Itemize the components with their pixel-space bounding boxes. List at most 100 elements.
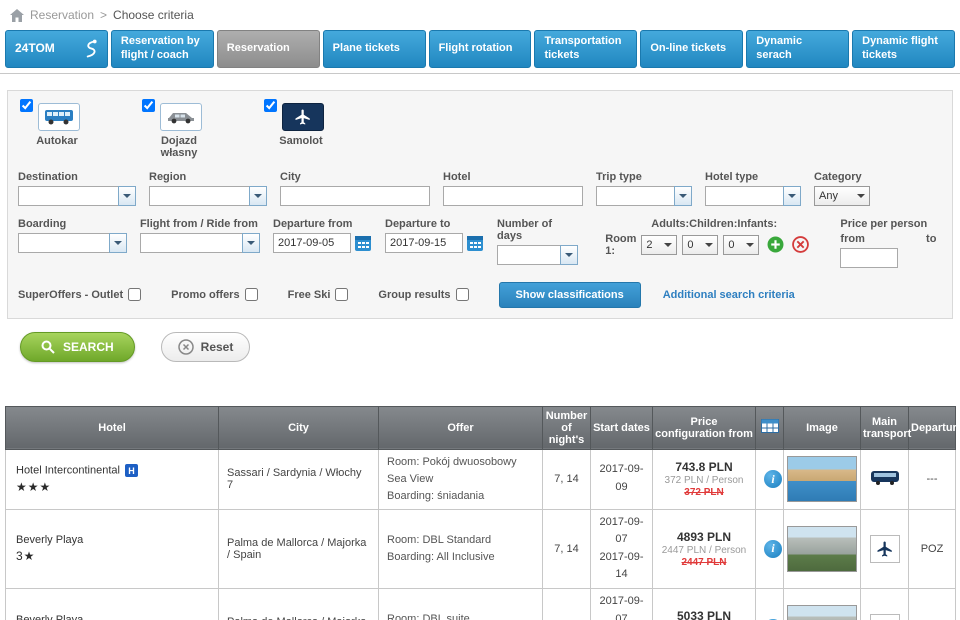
col-departure[interactable]: Departure [908, 405, 960, 450]
number-of-days-input[interactable] [497, 244, 561, 265]
col-price-table[interactable] [755, 405, 784, 450]
hotel-type-field: Hotel type [705, 171, 801, 206]
departure-cell: --- [908, 448, 956, 510]
city-cell: Palma de Mallorca / Majorka / Spain [218, 508, 379, 590]
chevron-down-icon[interactable] [242, 232, 260, 253]
room-configuration: Adults:Children:Infants: Room 1: 2 0 0 [605, 218, 810, 257]
transport-option-autokar: Autokar [20, 98, 116, 159]
coach-icon [870, 470, 900, 486]
adults-select[interactable]: 2 [641, 234, 678, 255]
tab-dynamic-flight-tickets[interactable]: Dynamic flight tickets [852, 30, 956, 68]
chevron-down-icon[interactable] [108, 232, 127, 253]
trip-type-input[interactable] [596, 185, 674, 206]
table-row[interactable]: Beverly Playa 3★ Palma de Mallorca / Maj… [5, 508, 956, 590]
home-icon[interactable] [10, 8, 24, 22]
promo-offers-option: Promo offers [171, 288, 258, 301]
search-button[interactable]: SEARCH [20, 331, 135, 362]
add-room-icon[interactable] [767, 236, 784, 253]
flight-from-field: Flight from / Ride from [139, 218, 260, 253]
price-from-input[interactable] [840, 247, 899, 268]
price-table-icon [760, 419, 779, 433]
price-from-label: from [840, 232, 865, 245]
flight-from-input[interactable] [139, 232, 242, 253]
chevron-down-icon[interactable] [249, 185, 267, 206]
hotel-type-input[interactable] [705, 185, 783, 206]
region-input[interactable] [149, 185, 249, 206]
departure-to-field: Departure to [385, 218, 484, 253]
table-row[interactable]: Hotel Intercontinental H ★★★ Sassari / Sa… [5, 448, 956, 510]
chevron-down-icon[interactable] [118, 185, 136, 206]
samolot-checkbox[interactable] [264, 98, 277, 112]
tab-dynamic-search[interactable]: Dynamic serach [746, 30, 850, 68]
brand-logo-icon [83, 38, 98, 60]
col-offer[interactable]: Offer [378, 405, 543, 450]
hotel-input[interactable] [443, 185, 583, 206]
transport-option-dojazd-wlasny: Dojazd własny [142, 98, 238, 159]
remove-room-icon[interactable] [792, 236, 810, 253]
breadcrumb-section[interactable]: Reservation [30, 8, 94, 22]
nights-cell: 7, 14 [542, 508, 591, 590]
hotel-stars: ★★★ [16, 480, 52, 495]
departure-cell: POZ [908, 508, 956, 590]
info-icon[interactable]: i [764, 539, 782, 558]
chevron-down-icon[interactable] [560, 244, 579, 265]
plane-icon [282, 102, 324, 131]
free-ski-checkbox[interactable] [335, 288, 349, 301]
breadcrumb-page: Choose criteria [113, 8, 194, 22]
price-per-person-group: Price per person from to [840, 218, 942, 268]
city-input[interactable] [280, 185, 430, 206]
promo-offers-checkbox[interactable] [244, 288, 258, 301]
table-row[interactable]: Beverly Playa 3★ Palma de Mallorca / Maj… [5, 588, 956, 620]
calendar-icon[interactable] [466, 234, 484, 252]
departure-from-input[interactable] [273, 232, 351, 253]
hotel-name[interactable]: Beverly Playa [16, 614, 210, 620]
hotel-image[interactable] [787, 456, 857, 503]
superoffers-outlet-checkbox[interactable] [128, 288, 142, 301]
col-nights[interactable]: Number of night's [542, 405, 591, 450]
col-start-dates[interactable]: Start dates [590, 405, 653, 450]
autokar-checkbox[interactable] [20, 98, 33, 112]
info-icon[interactable]: i [764, 470, 782, 489]
hotel-image[interactable] [787, 525, 857, 572]
departure-to-input[interactable] [385, 232, 463, 253]
hotel-name[interactable]: Beverly Playa [16, 534, 210, 546]
children-select[interactable]: 0 [682, 234, 719, 255]
tab-flight-rotation[interactable]: Flight rotation [428, 30, 532, 68]
show-classifications-button[interactable]: Show classifications [498, 281, 641, 308]
boarding-input[interactable] [18, 232, 109, 253]
dojazd-wlasny-checkbox[interactable] [142, 98, 155, 112]
departure-from-field: Departure from [273, 218, 372, 253]
tab-transportation-tickets[interactable]: Transportation tickets [534, 30, 638, 68]
city-field: City [280, 171, 430, 206]
plane-icon [869, 614, 900, 620]
tab-reservation[interactable]: Reservation [216, 30, 320, 68]
price-total: 743.8 PLN [675, 460, 733, 475]
tab-reservation-by-flight[interactable]: Reservation by flight / coach [110, 30, 214, 68]
additional-search-criteria-link[interactable]: Additional search criteria [663, 289, 795, 301]
price-to-label: to [926, 232, 937, 245]
hotel-stars: 3★ [16, 549, 36, 564]
infants-select[interactable]: 0 [723, 234, 760, 255]
col-price[interactable]: Price configuration from [652, 405, 756, 450]
tab-plane-tickets[interactable]: Plane tickets [322, 30, 426, 68]
hotel-image[interactable] [787, 605, 857, 620]
boarding-field: Boarding [18, 218, 127, 253]
tab-brand[interactable]: 24TOM [5, 30, 108, 68]
search-icon [41, 340, 55, 354]
tab-online-tickets[interactable]: On-line tickets [640, 30, 744, 68]
chevron-down-icon[interactable] [674, 185, 692, 206]
category-select[interactable]: Any [814, 185, 870, 206]
hotel-name[interactable]: Hotel Intercontinental [16, 464, 120, 476]
col-image[interactable]: Image [783, 405, 861, 450]
col-city[interactable]: City [218, 405, 379, 450]
calendar-icon[interactable] [354, 234, 372, 252]
group-results-checkbox[interactable] [455, 288, 469, 301]
offer-room: Room: Pokój dwuosobowy Sea View [387, 455, 517, 485]
chevron-down-icon[interactable] [783, 185, 801, 206]
reset-button[interactable]: Reset [160, 331, 251, 362]
transport-option-samolot: Samolot [264, 98, 360, 159]
col-hotel[interactable]: Hotel [5, 405, 219, 450]
col-transport[interactable]: Main transport [860, 405, 911, 450]
offer-room: Room: DBL Standard [387, 533, 492, 546]
destination-input[interactable] [18, 185, 118, 206]
